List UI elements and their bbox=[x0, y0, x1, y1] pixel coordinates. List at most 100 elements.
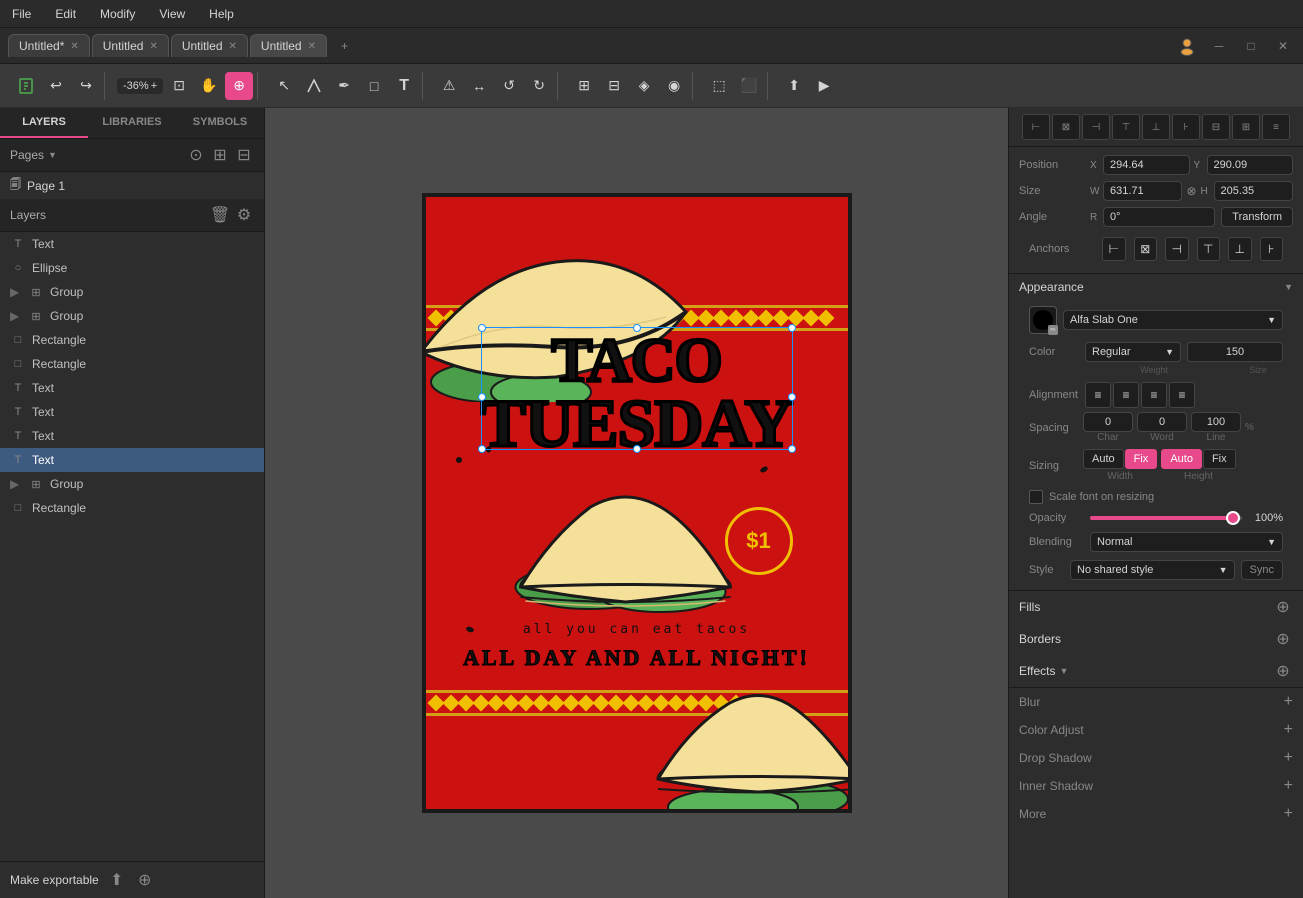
close-button[interactable]: ✕ bbox=[1271, 34, 1295, 58]
arrange-btn4[interactable]: ◉ bbox=[660, 72, 688, 100]
w-value[interactable]: 631.71 bbox=[1103, 181, 1182, 201]
layer-text-0[interactable]: T Text bbox=[0, 232, 264, 256]
redo-btn[interactable]: ↪ bbox=[72, 72, 100, 100]
font-swatch[interactable]: ✏ bbox=[1029, 306, 1057, 334]
pages-chevron-icon[interactable]: ▼ bbox=[48, 150, 57, 160]
menu-file[interactable]: File bbox=[8, 5, 35, 23]
height-fix-btn[interactable]: Fix bbox=[1203, 449, 1236, 469]
zoom-control[interactable]: -36% + bbox=[117, 78, 163, 94]
tab-2[interactable]: Untitled ✕ bbox=[171, 34, 248, 57]
width-fix-btn[interactable]: Fix bbox=[1125, 449, 1158, 469]
menu-view[interactable]: View bbox=[155, 5, 189, 23]
layer-group-1[interactable]: ▶ ⊞ Group bbox=[0, 304, 264, 328]
angle-value[interactable]: 0° bbox=[1103, 207, 1215, 227]
tab-close-2[interactable]: ✕ bbox=[229, 41, 237, 52]
preview-btn[interactable]: ▶ bbox=[810, 72, 838, 100]
blending-select[interactable]: Normal ▼ bbox=[1090, 532, 1283, 552]
word-input[interactable]: 0 bbox=[1137, 412, 1187, 432]
align-center-h-icon-btn[interactable]: ⊠ bbox=[1052, 114, 1080, 140]
layer-ellipse[interactable]: ○ Ellipse bbox=[0, 256, 264, 280]
layer-rect-1[interactable]: □ Rectangle bbox=[0, 352, 264, 376]
tab-0[interactable]: Untitled* ✕ bbox=[8, 34, 90, 57]
color-adjust-add-btn[interactable]: + bbox=[1284, 721, 1293, 739]
h-value[interactable]: 205.35 bbox=[1214, 181, 1293, 201]
appearance-chevron-icon[interactable]: ▼ bbox=[1284, 282, 1293, 292]
scale-font-checkbox[interactable] bbox=[1029, 490, 1043, 504]
tab-close-1[interactable]: ✕ bbox=[149, 41, 157, 52]
align-right-icon-btn[interactable]: ⊣ bbox=[1082, 114, 1110, 140]
font-style-select[interactable]: Regular ▼ bbox=[1085, 342, 1181, 362]
tab-libraries[interactable]: LIBRARIES bbox=[88, 108, 176, 138]
tab-3[interactable]: Untitled ✕ bbox=[250, 34, 327, 57]
anchor-bottom-btn[interactable]: ⊦ bbox=[1260, 237, 1284, 261]
layer-group-0[interactable]: ▶ ⊞ Group bbox=[0, 280, 264, 304]
font-size-input[interactable]: 150 bbox=[1187, 342, 1283, 362]
menu-modify[interactable]: Modify bbox=[96, 5, 139, 23]
transform-button[interactable]: Transform bbox=[1221, 207, 1293, 227]
layer-group-2[interactable]: ▶ ⊞ Group bbox=[0, 472, 264, 496]
layer-text-1[interactable]: T Text bbox=[0, 376, 264, 400]
layer-text-4[interactable]: T Text bbox=[0, 448, 264, 472]
select-tool[interactable]: ↖ bbox=[270, 72, 298, 100]
distribute-h-icon-btn[interactable]: ⊟ bbox=[1202, 114, 1230, 140]
layer-rect-0[interactable]: □ Rectangle bbox=[0, 328, 264, 352]
y-value[interactable]: 290.09 bbox=[1207, 155, 1294, 175]
anchor-middle-btn[interactable]: ⊥ bbox=[1228, 237, 1252, 261]
anchor-center-btn[interactable]: ⊠ bbox=[1134, 237, 1158, 261]
anchor-right-btn[interactable]: ⊣ bbox=[1165, 237, 1189, 261]
align-center-v-icon-btn[interactable]: ⊥ bbox=[1142, 114, 1170, 140]
maximize-button[interactable]: □ bbox=[1239, 34, 1263, 58]
alert-btn[interactable]: ⚠ bbox=[435, 72, 463, 100]
inner-shadow-add-btn[interactable]: + bbox=[1284, 777, 1293, 795]
font-family-select[interactable]: Alfa Slab One ▼ bbox=[1063, 310, 1283, 330]
pan-tool-btn[interactable]: ✋ bbox=[195, 72, 223, 100]
group-expand-0[interactable]: ▶ bbox=[10, 285, 22, 299]
pen-tool[interactable]: ✒ bbox=[330, 72, 358, 100]
layer-settings-btn[interactable]: ⚙ bbox=[234, 205, 254, 225]
add-fill-btn[interactable]: ⊕ bbox=[1273, 597, 1293, 617]
style-select[interactable]: No shared style ▼ bbox=[1070, 560, 1235, 580]
canvas-area[interactable]: TACO TUESDAY bbox=[265, 108, 1008, 898]
blur-add-btn[interactable]: + bbox=[1284, 693, 1293, 711]
align-top-icon-btn[interactable]: ⊤ bbox=[1112, 114, 1140, 140]
add-page-btn[interactable]: ⊙ bbox=[186, 145, 206, 165]
arrange-btn1[interactable]: ⊞ bbox=[570, 72, 598, 100]
group-expand-1[interactable]: ▶ bbox=[10, 309, 22, 323]
shape-tool[interactable]: □ bbox=[360, 72, 388, 100]
new-file-btn[interactable] bbox=[12, 72, 40, 100]
fit-screen-btn[interactable]: ⊡ bbox=[165, 72, 193, 100]
arrange-btn3[interactable]: ◈ bbox=[630, 72, 658, 100]
text-tool[interactable]: T bbox=[390, 72, 418, 100]
page-1-item[interactable]: 🗐 Page 1 bbox=[0, 172, 264, 199]
add-effect-btn[interactable]: ⊕ bbox=[1273, 661, 1293, 681]
lock-ratio-icon[interactable]: ⊗ bbox=[1186, 184, 1196, 198]
tab-symbols[interactable]: SYMBOLS bbox=[176, 108, 264, 138]
layer-text-3[interactable]: T Text bbox=[0, 424, 264, 448]
menu-edit[interactable]: Edit bbox=[51, 5, 80, 23]
align-left-icon-btn[interactable]: ⊢ bbox=[1022, 114, 1050, 140]
align-right-text-btn[interactable]: ≡ bbox=[1141, 382, 1167, 408]
layer-text-2[interactable]: T Text bbox=[0, 400, 264, 424]
snap-btn[interactable]: ⊕ bbox=[225, 72, 253, 100]
align-bottom-icon-btn[interactable]: ⊦ bbox=[1172, 114, 1200, 140]
flip-h-btn[interactable]: ↔ bbox=[465, 72, 493, 100]
undo-btn[interactable]: ↩ bbox=[42, 72, 70, 100]
char-input[interactable]: 0 bbox=[1083, 412, 1133, 432]
more-align-icon-btn[interactable]: ≡ bbox=[1262, 114, 1290, 140]
rotate-cw-btn[interactable]: ↻ bbox=[525, 72, 553, 100]
align-center-text-btn[interactable]: ≡ bbox=[1113, 382, 1139, 408]
anchor-top-btn[interactable]: ⊤ bbox=[1197, 237, 1221, 261]
arrange-btn2[interactable]: ⊟ bbox=[600, 72, 628, 100]
effects-chevron-icon[interactable]: ▼ bbox=[1059, 666, 1068, 676]
x-value[interactable]: 294.64 bbox=[1103, 155, 1190, 175]
tab-close-3[interactable]: ✕ bbox=[308, 41, 316, 52]
mask-btn2[interactable]: ⬛ bbox=[735, 72, 763, 100]
add-border-btn[interactable]: ⊕ bbox=[1273, 629, 1293, 649]
more-add-btn[interactable]: + bbox=[1284, 805, 1293, 823]
drop-shadow-add-btn[interactable]: + bbox=[1284, 749, 1293, 767]
menu-help[interactable]: Help bbox=[205, 5, 238, 23]
page-export-btn[interactable]: ⊟ bbox=[234, 145, 254, 165]
delete-layer-btn[interactable]: 🗑 bbox=[210, 205, 230, 225]
layer-rect-2[interactable]: □ Rectangle bbox=[0, 496, 264, 520]
tab-close-0[interactable]: ✕ bbox=[70, 41, 78, 52]
